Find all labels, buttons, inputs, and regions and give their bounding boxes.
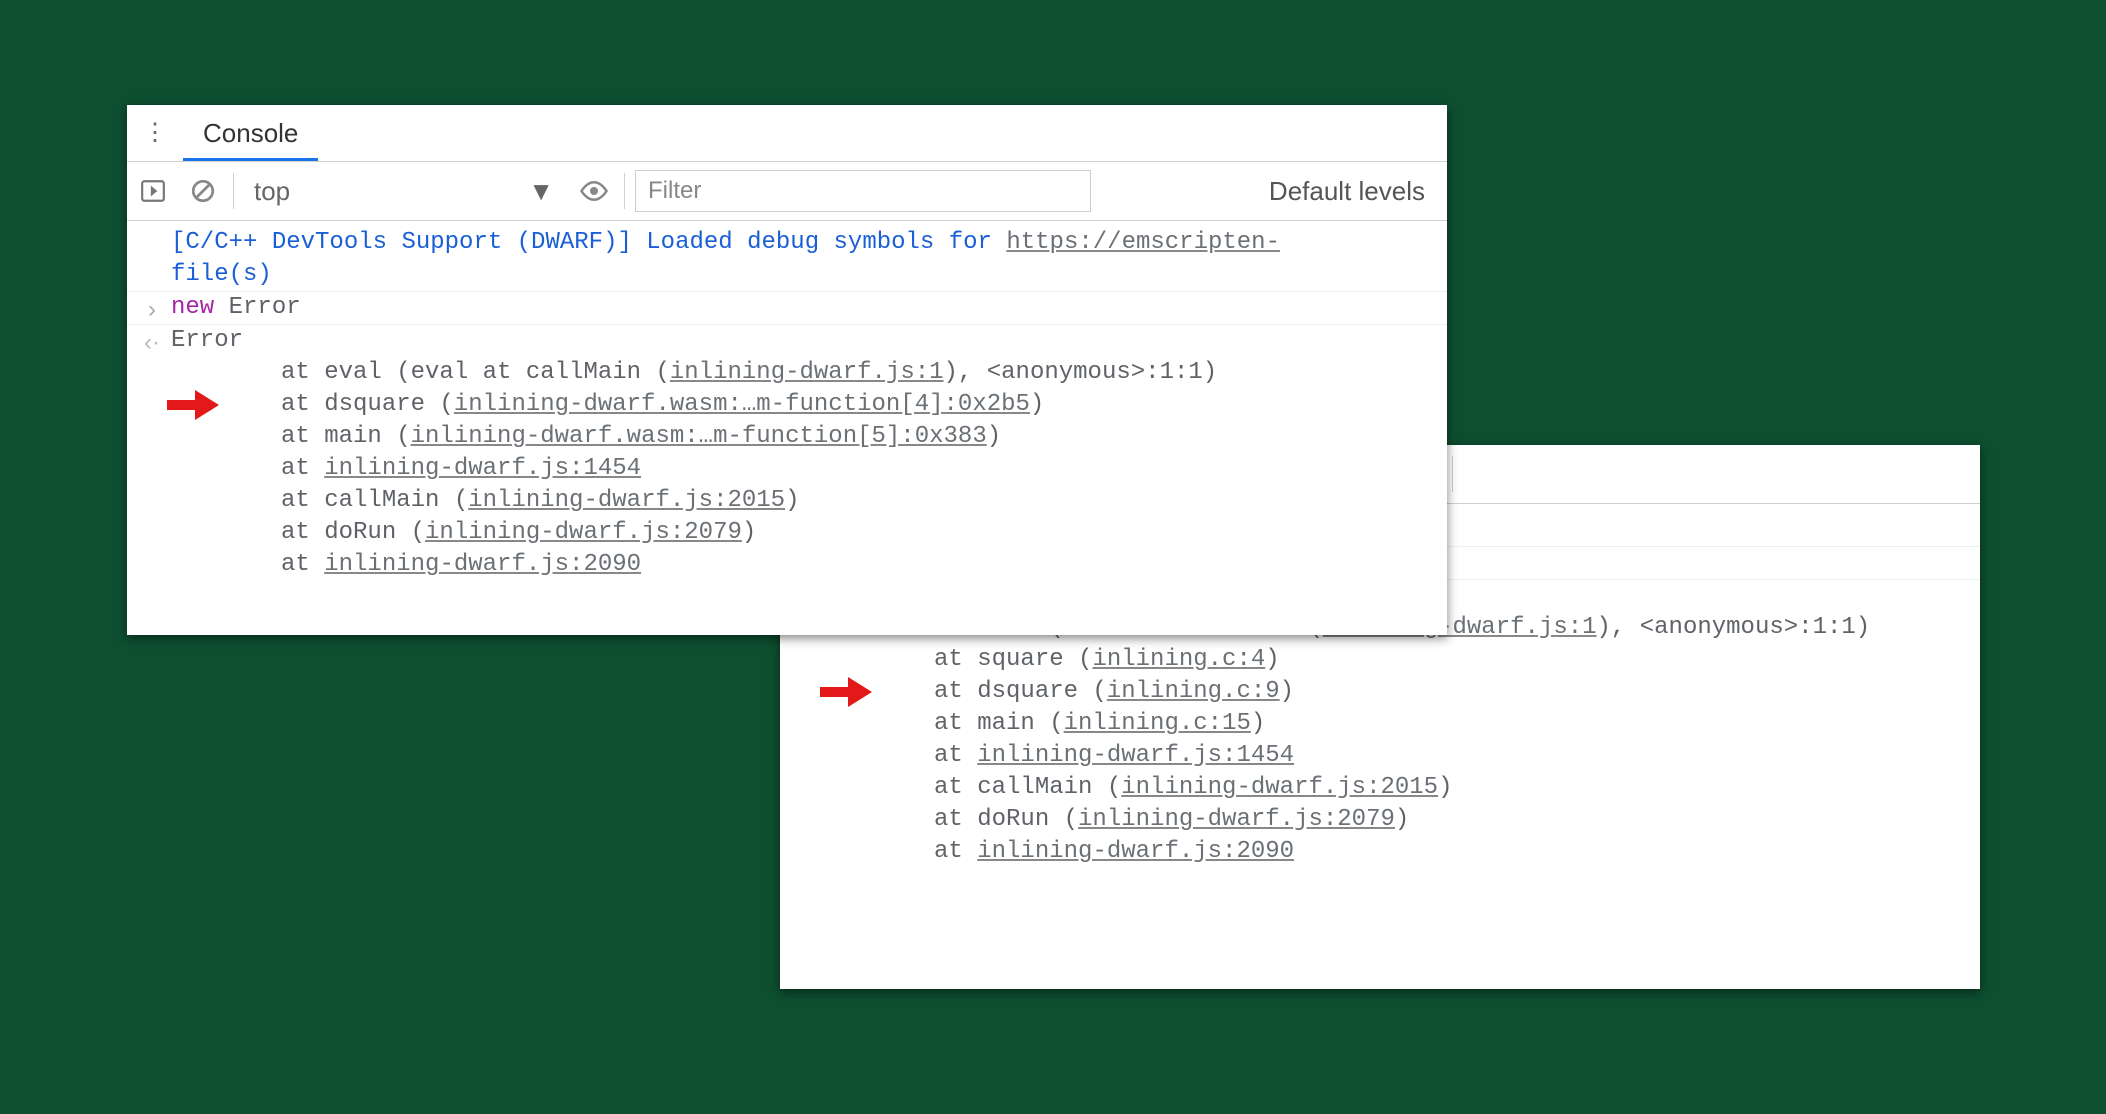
stack-frame: at inlining-dwarf.js:2090 bbox=[281, 549, 1433, 581]
stack-frame: at doRun (inlining-dwarf.js:2079) bbox=[281, 517, 1433, 549]
source-link[interactable]: inlining-dwarf.js:1454 bbox=[977, 742, 1294, 769]
result-icon: ‹· bbox=[141, 327, 163, 359]
stack-frame: at dsquare (inlining-dwarf.wasm:…m-funct… bbox=[281, 389, 1433, 421]
stack-frame: at dsquare (inlining.c:9) bbox=[934, 676, 1966, 708]
source-link[interactable]: inlining.c:15 bbox=[1064, 710, 1251, 737]
info-message: [C/C++ DevTools Support (DWARF)] Loaded … bbox=[127, 227, 1447, 292]
more-menu-icon[interactable]: ⋮ bbox=[127, 121, 183, 145]
tab-console[interactable]: Console bbox=[183, 105, 318, 161]
source-link[interactable]: inlining-dwarf.js:2079 bbox=[1078, 806, 1395, 833]
chevron-down-icon: ▼ bbox=[528, 176, 554, 207]
toolbar-separator bbox=[233, 173, 234, 209]
stack-frame: at inlining-dwarf.js:2090 bbox=[934, 836, 1966, 868]
stack-frame: at doRun (inlining-dwarf.js:2079) bbox=[934, 804, 1966, 836]
filter-input[interactable]: Filter bbox=[635, 170, 1091, 212]
console-toolbar: top ▼ Filter Default levels bbox=[127, 162, 1447, 221]
stack-frame: at square (inlining.c:4) bbox=[934, 644, 1966, 676]
source-link[interactable]: inlining-dwarf.wasm:…m-function[4]:0x2b5 bbox=[454, 391, 1030, 418]
live-expression-icon[interactable] bbox=[574, 171, 614, 211]
console-body: [C/C++ DevTools Support (DWARF)] Loaded … bbox=[127, 221, 1447, 581]
clear-console-icon[interactable] bbox=[183, 171, 223, 211]
log-levels-label: Default levels bbox=[1269, 176, 1425, 206]
stack-frame: at eval (eval at callMain (inlining-dwar… bbox=[281, 357, 1433, 389]
source-link[interactable]: inlining.c:9 bbox=[1107, 678, 1280, 705]
stack-trace: at eval (eval at callMain (inlining-dwar… bbox=[171, 357, 1433, 581]
stack-frame: at inlining-dwarf.js:1454 bbox=[934, 740, 1966, 772]
source-link[interactable]: inlining-dwarf.js:2015 bbox=[468, 487, 785, 514]
source-link[interactable]: inlining-dwarf.js:1 bbox=[670, 359, 944, 386]
stack-frame: at main (inlining.c:15) bbox=[934, 708, 1966, 740]
source-link[interactable]: inlining-dwarf.js:2090 bbox=[324, 551, 641, 578]
stack-frame: at inlining-dwarf.js:1454 bbox=[281, 453, 1433, 485]
stack-frame: at main (inlining-dwarf.wasm:…m-function… bbox=[281, 421, 1433, 453]
devtools-console-panel-before: ⋮ Console top ▼ Filter Default levels [C… bbox=[127, 105, 1447, 635]
toolbar-separator bbox=[1452, 456, 1453, 492]
stack-frame: at callMain (inlining-dwarf.js:2015) bbox=[281, 485, 1433, 517]
source-link[interactable]: inlining-dwarf.js:2015 bbox=[1121, 774, 1438, 801]
stack-frame: at callMain (inlining-dwarf.js:2015) bbox=[934, 772, 1966, 804]
toggle-sidebar-icon[interactable] bbox=[133, 171, 173, 211]
toolbar-separator bbox=[624, 173, 625, 209]
stack-trace: at eval (eval at callMain (inlining-dwar… bbox=[824, 612, 1966, 868]
filter-placeholder: Filter bbox=[648, 177, 701, 205]
tab-bar: ⋮ Console bbox=[127, 105, 1447, 162]
source-link[interactable]: inlining-dwarf.js:2090 bbox=[977, 838, 1294, 865]
context-selector[interactable]: top ▼ bbox=[244, 176, 564, 207]
source-link[interactable]: inlining-dwarf.wasm:…m-function[5]:0x383 bbox=[411, 423, 987, 450]
console-input-row[interactable]: › new Error bbox=[127, 292, 1447, 325]
console-output-row: ‹· Error at eval (eval at callMain (inli… bbox=[127, 325, 1447, 581]
source-link[interactable]: https://emscripten- bbox=[1006, 229, 1280, 256]
source-link[interactable]: inlining-dwarf.js:1454 bbox=[324, 455, 641, 482]
source-link[interactable]: inlining-dwarf.js:2079 bbox=[425, 519, 742, 546]
log-levels-dropdown[interactable]: Default levels bbox=[1269, 176, 1441, 207]
source-link[interactable]: inlining.c:4 bbox=[1092, 646, 1265, 673]
prompt-icon: › bbox=[141, 294, 163, 326]
context-label: top bbox=[254, 176, 290, 207]
